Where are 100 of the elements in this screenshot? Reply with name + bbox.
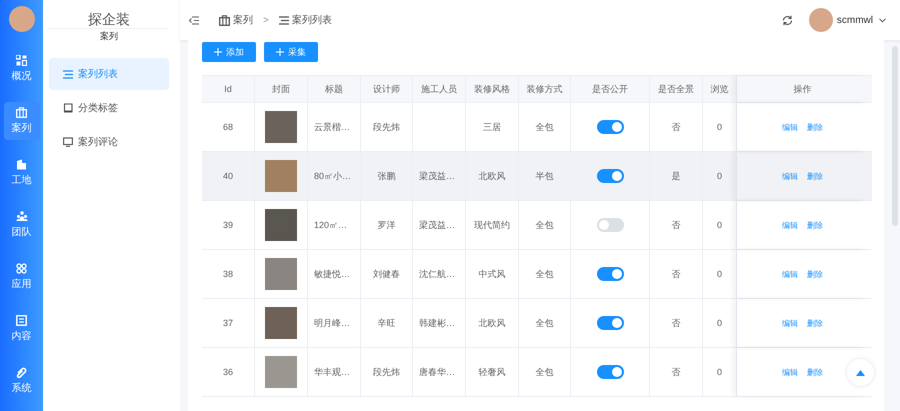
breadcrumb-item[interactable]: 案列列表 bbox=[278, 13, 332, 27]
table-cell: 明月峰… bbox=[314, 316, 350, 330]
action-link[interactable]: 编辑 bbox=[782, 318, 798, 328]
submenu-item[interactable]: 分类标签 bbox=[49, 92, 169, 124]
document-icon bbox=[16, 315, 27, 326]
nav-item[interactable]: 团队 bbox=[4, 206, 40, 244]
nav-label: 工地 bbox=[12, 174, 32, 187]
primary-button[interactable]: 添加 bbox=[202, 42, 256, 62]
toggle-switch[interactable] bbox=[596, 218, 624, 232]
list-icon bbox=[278, 16, 289, 24]
submenu-label: 案列评论 bbox=[78, 136, 118, 149]
photo-placeholder bbox=[265, 307, 297, 339]
table-cell: 张鹏 bbox=[378, 170, 396, 182]
photo-placeholder bbox=[265, 258, 297, 290]
table-cell: 韩建彬… bbox=[419, 316, 455, 330]
breadcrumb-item[interactable]: 案列 bbox=[219, 13, 253, 27]
toggle-switch[interactable] bbox=[596, 316, 624, 330]
table-cell: 现代简约 bbox=[474, 218, 510, 232]
avatar[interactable] bbox=[8, 6, 34, 32]
table-cell: 80㎡小… bbox=[314, 170, 352, 182]
nav-label: 概况 bbox=[12, 70, 32, 83]
nav-item[interactable]: 工地 bbox=[4, 154, 40, 192]
photo-placeholder bbox=[265, 209, 297, 241]
nav-item[interactable]: 内容 bbox=[4, 310, 40, 348]
action-link[interactable]: 编辑 bbox=[782, 220, 798, 230]
table-cell: 否 bbox=[672, 120, 680, 134]
table-cell: 39 bbox=[222, 220, 233, 230]
table-row[interactable]: 37 明月峰… 辛旺 韩建彬… 北欧风 全包 否 0 编辑 删除 bbox=[202, 299, 872, 348]
table-cell: 全包 bbox=[536, 268, 554, 280]
briefcase-icon bbox=[16, 107, 27, 118]
briefcase-icon bbox=[219, 14, 230, 26]
breadcrumb-label: 案列 bbox=[233, 14, 253, 27]
team-icon bbox=[16, 211, 28, 222]
toggle-switch[interactable] bbox=[596, 267, 624, 281]
triangle-up-icon bbox=[856, 370, 865, 376]
table-cell: 罗洋 bbox=[378, 218, 396, 232]
submenu-item[interactable]: 案列列表 bbox=[49, 58, 169, 90]
nav-item[interactable]: 概况 bbox=[4, 50, 40, 88]
action-link[interactable]: 删除 bbox=[807, 268, 823, 280]
action-link[interactable]: 编辑 bbox=[782, 268, 798, 280]
action-link[interactable]: 删除 bbox=[807, 170, 823, 182]
column-header: 装修风格 bbox=[466, 76, 519, 102]
action-link[interactable]: 删除 bbox=[807, 220, 823, 230]
table-cell: 全包 bbox=[536, 120, 554, 134]
submenu-label: 分类标签 bbox=[78, 102, 118, 115]
photo-placeholder bbox=[265, 111, 297, 143]
column-header: 标题 bbox=[308, 76, 361, 102]
toggle-switch[interactable] bbox=[596, 120, 624, 134]
table-cell: 段先炜 bbox=[373, 366, 400, 378]
table-cell: 北欧风 bbox=[478, 316, 506, 330]
table-cell: 38 bbox=[222, 269, 233, 279]
table-cell: 半包 bbox=[536, 170, 554, 182]
user-avatar[interactable] bbox=[808, 8, 833, 32]
action-link[interactable]: 编辑 bbox=[782, 170, 798, 182]
table-cell: 轻奢风 bbox=[478, 366, 506, 378]
table-row[interactable]: 39 120㎡… 罗洋 梁茂益… 现代简约 全包 否 0 编辑 删除 bbox=[202, 201, 872, 250]
app-title: 探企装 bbox=[87, 11, 131, 29]
refresh-icon[interactable] bbox=[782, 14, 793, 26]
table-cell: 中式风 bbox=[478, 268, 506, 280]
nav-item[interactable]: 系统 bbox=[4, 362, 40, 400]
primary-button[interactable]: 采集 bbox=[264, 42, 318, 62]
table-cell: 全包 bbox=[536, 366, 554, 378]
list-icon bbox=[63, 70, 73, 78]
submenu-item[interactable]: 案列评论 bbox=[49, 126, 169, 158]
grid-icon bbox=[16, 55, 27, 66]
table-row[interactable]: 38 敏捷悦… 刘健春 沈仁航… 中式风 全包 否 0 编辑 删除 bbox=[202, 250, 872, 299]
table-cell: 0 bbox=[716, 367, 722, 377]
table-cell: 沈仁航… bbox=[419, 268, 455, 280]
chevron-down-icon[interactable] bbox=[879, 18, 886, 22]
photo-placeholder bbox=[265, 160, 297, 192]
toggle-switch[interactable] bbox=[596, 169, 624, 183]
table-cell: 0 bbox=[716, 171, 722, 181]
toggle-switch[interactable] bbox=[596, 365, 624, 379]
nav-item[interactable]: 应用 bbox=[4, 258, 40, 296]
action-link[interactable]: 删除 bbox=[807, 366, 823, 378]
column-header: 设计师 bbox=[361, 76, 413, 102]
action-link[interactable]: 编辑 bbox=[782, 366, 798, 378]
table-cell: 唐春华… bbox=[419, 366, 455, 378]
action-link[interactable]: 删除 bbox=[807, 122, 823, 132]
table-cell: 华丰观… bbox=[314, 366, 350, 378]
table-cell: 否 bbox=[672, 366, 680, 378]
apps-icon bbox=[16, 263, 27, 274]
nav-item[interactable]: 案列 bbox=[4, 102, 40, 140]
table-cell: 辛旺 bbox=[378, 316, 396, 330]
nav-label: 团队 bbox=[12, 226, 32, 239]
user-name[interactable]: scmmwl bbox=[836, 14, 873, 26]
table-cell: 0 bbox=[716, 122, 722, 132]
nav-label: 内容 bbox=[12, 330, 32, 343]
table-cell: 0 bbox=[716, 318, 722, 328]
action-link[interactable]: 删除 bbox=[807, 318, 823, 328]
column-header: 是否全景 bbox=[650, 76, 703, 102]
breadcrumb-label: 案列列表 bbox=[292, 14, 332, 27]
table-cell: 全包 bbox=[536, 218, 554, 232]
action-link[interactable]: 编辑 bbox=[782, 122, 798, 132]
table-cell: 68 bbox=[222, 122, 233, 132]
table-cell: 40 bbox=[222, 171, 233, 181]
table-cell: 0 bbox=[716, 269, 722, 279]
nav-label: 应用 bbox=[12, 278, 32, 291]
table-row[interactable]: 40 80㎡小… 张鹏 梁茂益… 北欧风 半包 是 0 编辑 删除 bbox=[202, 152, 872, 201]
collapse-menu-icon[interactable] bbox=[189, 16, 199, 24]
